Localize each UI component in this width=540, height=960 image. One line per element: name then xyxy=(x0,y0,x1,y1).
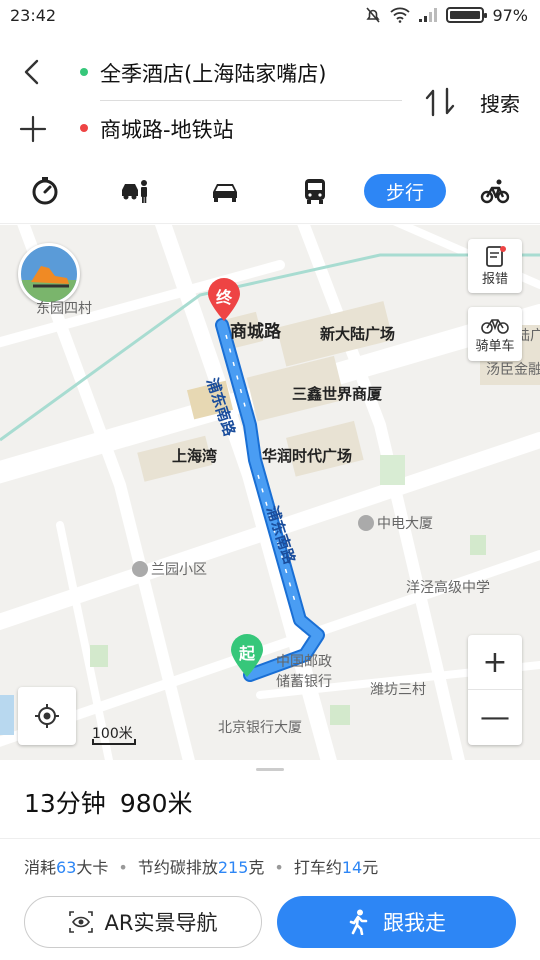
start-dot xyxy=(80,68,88,76)
tab-taxi[interactable] xyxy=(28,174,62,208)
report-icon xyxy=(486,245,506,267)
taxi-fare-value: 14 xyxy=(341,858,363,877)
follow-me-label: 跟我走 xyxy=(383,911,446,935)
stats-separator: • xyxy=(118,858,128,877)
route-distance: 980米 xyxy=(119,789,193,818)
report-error-button[interactable]: 报错 xyxy=(468,239,522,293)
map-label-shanghaiwan: 上海湾 xyxy=(172,447,218,465)
poi-icon xyxy=(358,515,374,531)
map-view[interactable]: 东园四村 商城路 新大陆广场 三鑫世界商厦 上海湾 华润时代广场 浦东南路 浦东… xyxy=(0,225,540,760)
bike-share-button[interactable]: 骑单车 xyxy=(468,307,522,361)
zoom-out-button[interactable]: — xyxy=(468,690,522,745)
battery-percent: 97% xyxy=(492,5,528,25)
map-label-post-bank-2: 储蓄银行 xyxy=(276,674,332,690)
route-divider xyxy=(100,100,402,101)
map-scale-bar xyxy=(92,739,136,745)
route-summary: 13分钟 980米 xyxy=(24,784,193,820)
zoom-control: + — xyxy=(468,635,522,745)
avatar[interactable] xyxy=(18,243,80,305)
zoom-in-button[interactable]: + xyxy=(468,635,522,690)
stats-separator: • xyxy=(274,858,284,877)
signal-icon xyxy=(419,8,438,22)
back-icon[interactable] xyxy=(18,58,46,86)
bike-icon xyxy=(481,318,509,334)
wifi-icon xyxy=(390,7,411,23)
map-label-xindalu: 新大陆广场 xyxy=(320,325,396,343)
stopwatch-icon xyxy=(32,177,58,205)
map-label-weifang: 潍坊三村 xyxy=(370,682,426,698)
battery-icon xyxy=(446,7,488,23)
car-and-person-icon xyxy=(122,180,147,203)
tab-drive-and-ride[interactable] xyxy=(118,174,152,208)
tab-bus[interactable] xyxy=(298,174,332,208)
sheet-divider xyxy=(0,838,540,839)
battery-level xyxy=(450,11,480,19)
route-stats: 消耗63大卡 • 节约碳排放215克 • 打车约14元 xyxy=(24,858,379,877)
map-label-yangjing: 洋泾高级中学 xyxy=(406,580,490,596)
bike-label: 骑单车 xyxy=(475,338,515,354)
car-icon xyxy=(213,184,237,202)
start-marker[interactable]: 起 xyxy=(229,633,265,679)
end-marker[interactable]: 终 xyxy=(206,277,242,323)
end-dot xyxy=(80,124,88,132)
status-time: 23:42 xyxy=(10,5,57,25)
swap-icon[interactable] xyxy=(424,85,456,119)
poi-icon xyxy=(132,561,148,577)
bike-icon xyxy=(480,179,510,204)
status-icons: 97% xyxy=(364,6,528,25)
sheet-grabber[interactable] xyxy=(256,768,284,771)
route-duration: 13分钟 xyxy=(24,789,106,818)
route-panel: 全季酒店(上海陆家嘴店) 商城路-地铁站 搜索 xyxy=(0,30,540,160)
tab-bike[interactable] xyxy=(478,174,512,208)
add-waypoint-icon[interactable] xyxy=(18,114,48,144)
tab-walk[interactable]: 步行 xyxy=(364,174,446,208)
bus-icon xyxy=(305,179,325,204)
walking-person-icon xyxy=(349,909,368,935)
calorie-value: 63 xyxy=(56,858,77,877)
map-label-zhongdian: 中电大厦 xyxy=(358,513,433,533)
carbon-value: 215 xyxy=(217,858,249,877)
locate-button[interactable] xyxy=(18,687,76,745)
mute-icon xyxy=(366,7,381,23)
running-shoe-icon xyxy=(21,266,77,302)
report-label: 报错 xyxy=(481,271,508,287)
map-label-post-bank-1: 中国邮政 xyxy=(276,654,332,670)
transport-mode-tabs: 步行 xyxy=(0,160,540,224)
map-label-bj-bank: 北京银行大厦 xyxy=(218,720,302,736)
ar-navigation-label: AR实景导航 xyxy=(104,911,218,935)
follow-me-button[interactable]: 跟我走 xyxy=(277,896,516,948)
end-location-field[interactable]: 商城路-地铁站 xyxy=(100,114,234,144)
ar-eye-icon xyxy=(68,911,93,933)
map-label-tangchen: 汤臣金融 xyxy=(486,362,540,378)
tab-car[interactable] xyxy=(208,174,242,208)
map-label-sanxin: 三鑫世界商厦 xyxy=(292,385,383,403)
status-bar: 23:42 97% xyxy=(0,0,540,30)
start-location-field[interactable]: 全季酒店(上海陆家嘴店) xyxy=(100,58,326,88)
route-summary-sheet[interactable]: 13分钟 980米 消耗63大卡 • 节约碳排放215克 • 打车约14元 AR实景导航 … xyxy=(0,760,540,960)
map-label-dongyuan: 东园四村 xyxy=(36,301,92,317)
search-button[interactable]: 搜索 xyxy=(480,88,520,117)
locate-icon xyxy=(35,704,59,728)
ar-navigation-button[interactable]: AR实景导航 xyxy=(24,896,262,948)
map-label-huarun: 华润时代广场 xyxy=(262,447,353,465)
map-label-lanyuan: 兰园小区 xyxy=(132,559,207,579)
